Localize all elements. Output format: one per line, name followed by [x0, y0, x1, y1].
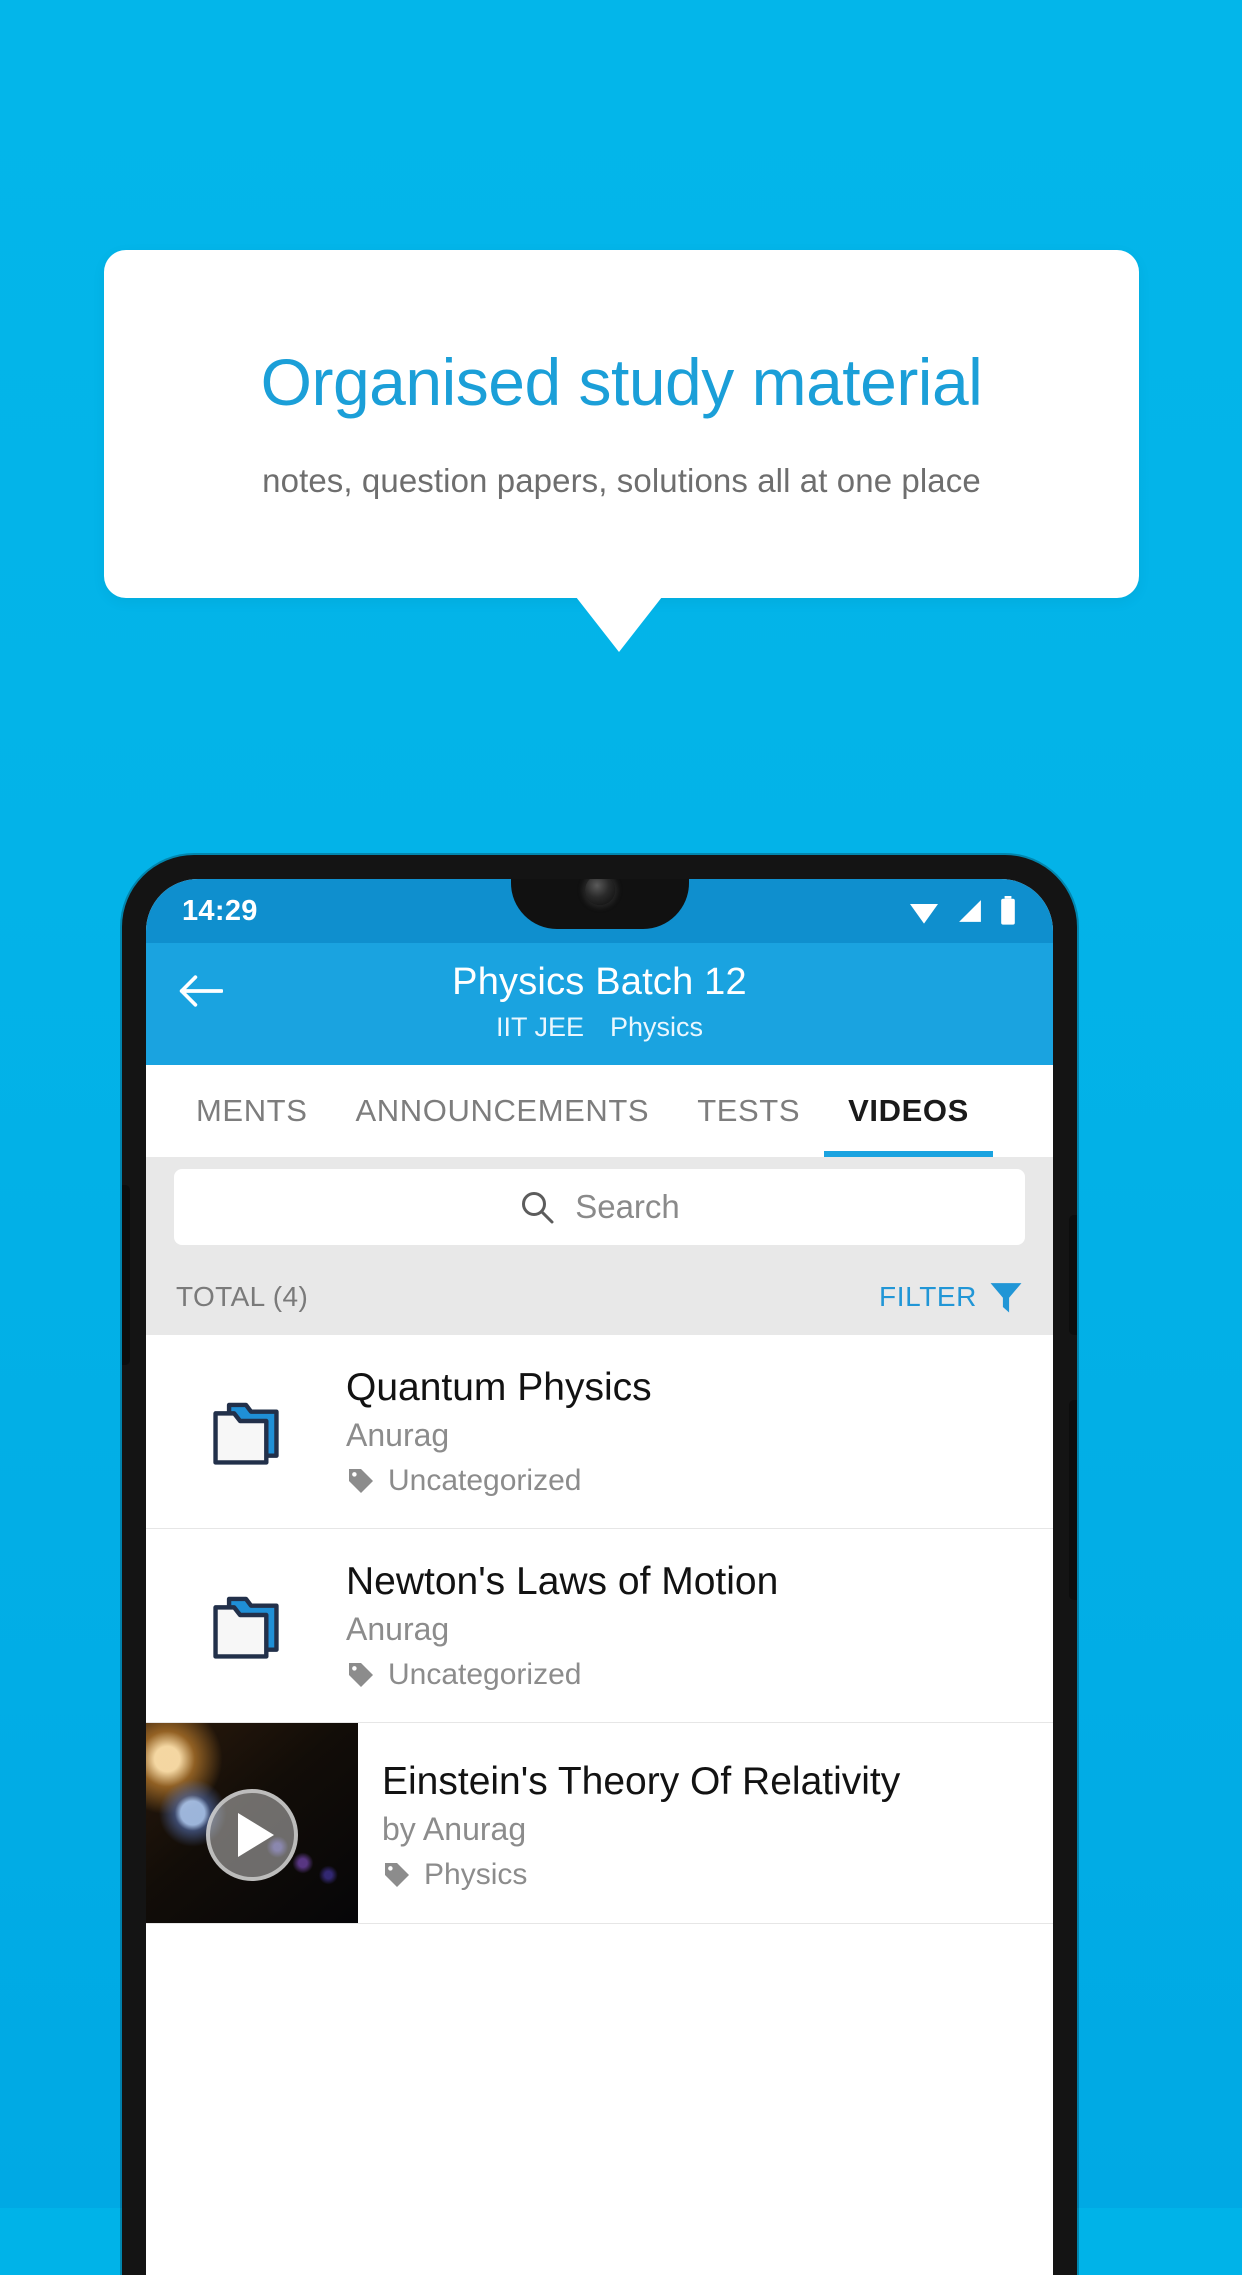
search-input[interactable]: Search [174, 1169, 1025, 1245]
phone-side-button-right-lower [1069, 1400, 1077, 1600]
wifi-icon [910, 904, 938, 924]
status-bar: 14:29 [146, 879, 1053, 943]
list-item[interactable]: Einstein's Theory Of Relativity by Anura… [146, 1723, 1053, 1925]
filter-button[interactable]: FILTER [879, 1280, 1023, 1314]
back-arrow-icon[interactable] [174, 965, 226, 1017]
video-thumbnail[interactable] [146, 1723, 358, 1924]
list-item[interactable]: Quantum Physics Anurag Uncategorized [146, 1335, 1053, 1530]
folder-icon [146, 1582, 346, 1670]
play-icon[interactable] [206, 1789, 298, 1882]
breadcrumb: IIT JEE Physics [496, 1012, 703, 1043]
tab-bar: MENTS ANNOUNCEMENTS TESTS VIDEOS [146, 1065, 1053, 1157]
promo-subtitle: notes, question papers, solutions all at… [262, 461, 981, 499]
tab-tests[interactable]: TESTS [673, 1065, 824, 1157]
battery-icon [1001, 896, 1015, 925]
list-item-title: Einstein's Theory Of Relativity [382, 1760, 901, 1804]
search-placeholder: Search [575, 1188, 680, 1225]
phone-notch [510, 879, 689, 929]
page-title: Physics Batch 12 [452, 961, 747, 1003]
list-item-author: Anurag [346, 1611, 450, 1648]
promo-card: Organised study material notes, question… [104, 250, 1139, 598]
list-item-tag-label: Uncategorized [388, 1464, 582, 1498]
list-item-tag: Uncategorized [346, 1464, 1025, 1498]
list-item-tag: Uncategorized [346, 1658, 1025, 1692]
phone-screen: 14:29 Physics Batch 12 IIT JEE Physics M… [146, 879, 1053, 2275]
phone-side-button-right-upper [1069, 1215, 1077, 1335]
list-item-tag-label: Physics [424, 1858, 528, 1892]
breadcrumb-course: IIT JEE [495, 1012, 584, 1042]
phone-side-button-left [122, 1185, 130, 1365]
filter-funnel-icon [990, 1283, 1022, 1313]
promo-title: Organised study material [260, 345, 983, 420]
phone-device: 14:29 Physics Batch 12 IIT JEE Physics M… [122, 855, 1077, 2275]
list-item-title: Newton's Laws of Motion [346, 1560, 779, 1604]
search-icon [522, 1192, 554, 1224]
status-icons [907, 896, 1017, 926]
promo-card-tail [576, 597, 662, 652]
tag-icon [385, 1863, 409, 1888]
search-area: Search [146, 1157, 1053, 1259]
status-time: 14:29 [182, 894, 258, 927]
list-item-body: Einstein's Theory Of Relativity by Anura… [358, 1723, 1053, 1923]
list-item-title: Quantum Physics [346, 1366, 652, 1409]
front-camera-icon [584, 879, 615, 905]
list-item-author: Anurag [346, 1417, 450, 1454]
app-bar: Physics Batch 12 IIT JEE Physics [146, 943, 1053, 1065]
breadcrumb-subject: Physics [610, 1012, 704, 1042]
signal-icon [959, 900, 981, 922]
list-item-tag-label: Uncategorized [388, 1658, 582, 1692]
tag-icon [349, 1469, 373, 1494]
list-item-body: Quantum Physics Anurag Uncategorized [346, 1365, 1025, 1498]
tab-videos[interactable]: VIDEOS [824, 1065, 993, 1157]
phone-bezel: 14:29 Physics Batch 12 IIT JEE Physics M… [146, 879, 1053, 2275]
list-item-tag: Physics [382, 1858, 1033, 1892]
tag-icon [349, 1663, 373, 1688]
folder-icon [146, 1388, 346, 1476]
list-item-author: by Anurag [382, 1811, 527, 1848]
tab-documents[interactable]: MENTS [172, 1065, 332, 1157]
content-list: Quantum Physics Anurag Uncategorized New… [146, 1335, 1053, 1925]
list-item-body: Newton's Laws of Motion Anurag Uncategor… [346, 1559, 1025, 1692]
list-meta-row: TOTAL (4) FILTER [146, 1259, 1053, 1335]
tab-announcements[interactable]: ANNOUNCEMENTS [332, 1065, 674, 1157]
filter-label: FILTER [879, 1281, 977, 1312]
total-count-label: TOTAL (4) [176, 1281, 309, 1312]
list-item[interactable]: Newton's Laws of Motion Anurag Uncategor… [146, 1529, 1053, 1724]
